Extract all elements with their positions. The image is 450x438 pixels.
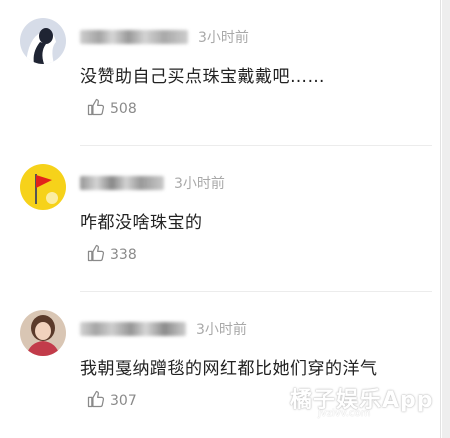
like-count: 338: [110, 247, 137, 263]
right-frame-line: [440, 0, 441, 438]
comment-item: 3小时前 我朝戛纳蹭毯的网红都比她们穿的洋气 307: [0, 292, 440, 438]
watermark-url: jvzivv.com: [318, 408, 371, 419]
thumbs-up-icon: [86, 243, 106, 267]
thumbs-up-icon: [86, 97, 106, 121]
like-count: 307: [110, 393, 137, 409]
like-button[interactable]: 508: [86, 98, 137, 120]
comment-time: 3小时前: [174, 176, 225, 192]
username-blurred[interactable]: [80, 30, 188, 44]
avatar[interactable]: [20, 164, 66, 210]
like-count: 508: [110, 101, 137, 117]
avatar[interactable]: [20, 310, 66, 356]
comment-text: 咋都没啥珠宝的: [80, 213, 203, 233]
username-blurred[interactable]: [80, 176, 164, 190]
like-button[interactable]: 338: [86, 244, 137, 266]
thumbs-up-icon: [86, 389, 106, 413]
comment-item: 3小时前 咋都没啥珠宝的 338: [0, 146, 440, 292]
comment-time: 3小时前: [198, 30, 249, 46]
username-blurred[interactable]: [80, 322, 186, 336]
right-frame-edge: [442, 0, 450, 438]
comment-text: 我朝戛纳蹭毯的网红都比她们穿的洋气: [80, 359, 378, 379]
comment-item: 3小时前 没赞助自己买点珠宝戴戴吧…… 508: [0, 0, 440, 146]
avatar[interactable]: [20, 18, 66, 64]
comment-time: 3小时前: [196, 322, 247, 338]
like-button[interactable]: 307: [86, 390, 137, 412]
comment-text: 没赞助自己买点珠宝戴戴吧……: [80, 67, 325, 87]
